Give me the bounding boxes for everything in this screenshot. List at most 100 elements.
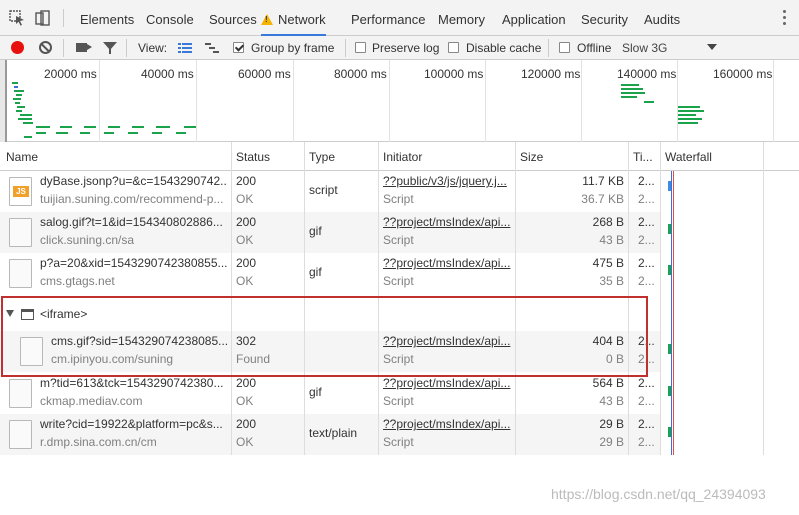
file-icon xyxy=(9,218,32,247)
overview-gridline xyxy=(389,60,390,142)
record-button[interactable] xyxy=(11,41,24,54)
waterfall-bar xyxy=(668,427,671,437)
request-status: 200 xyxy=(236,417,257,431)
overview-request-bar xyxy=(108,126,120,128)
column-header-waterfall[interactable]: Waterfall xyxy=(661,142,761,171)
column-header-initiator[interactable]: Initiator xyxy=(379,142,515,171)
waterfall-load-line xyxy=(673,171,674,455)
request-domain: tuijian.suning.com/recommend-p... xyxy=(40,192,224,206)
request-status-text: OK xyxy=(236,233,254,247)
clear-button[interactable] xyxy=(39,41,52,54)
overview-request-bar xyxy=(14,86,18,88)
resource-size: 35 B xyxy=(599,274,624,288)
table-row[interactable]: write?cid=19922&platform=pc&s... r.dmp.s… xyxy=(0,414,660,455)
preserve-log-checkbox[interactable] xyxy=(355,42,366,53)
request-name: write?cid=19922&platform=pc&s... xyxy=(40,417,223,431)
overview-gridline xyxy=(581,60,582,142)
tab-performance[interactable]: Performance xyxy=(351,0,425,36)
filter-icon[interactable] xyxy=(103,42,117,54)
column-header-time[interactable]: Ti... xyxy=(629,142,659,171)
column-divider[interactable] xyxy=(660,142,661,455)
table-row[interactable]: salog.gif?t=1&id=154340802886... click.s… xyxy=(0,212,660,253)
overview-gridline xyxy=(99,60,100,142)
request-name: p?a=20&xid=1543290742380855... xyxy=(40,256,228,270)
request-type: gif xyxy=(309,224,322,238)
overview-request-bar xyxy=(36,126,50,128)
network-overview[interactable]: 20000 ms 40000 ms 60000 ms 80000 ms 1000… xyxy=(0,60,799,142)
overview-left-handle[interactable] xyxy=(5,60,7,142)
request-domain: r.dmp.sina.com.cn/cm xyxy=(40,435,157,449)
overview-request-bar xyxy=(17,106,25,108)
waterfall-bar xyxy=(668,265,671,275)
inspect-element-icon[interactable] xyxy=(9,10,25,26)
request-status: 200 xyxy=(236,174,257,188)
overview-request-bar xyxy=(80,132,90,134)
device-toolbar-icon[interactable] xyxy=(35,10,51,26)
overview-request-bar xyxy=(84,126,96,128)
request-type: gif xyxy=(309,385,322,399)
tab-application[interactable]: Application xyxy=(502,0,566,36)
chevron-down-icon[interactable] xyxy=(707,44,717,50)
request-status: 200 xyxy=(236,215,257,229)
throttling-select[interactable]: Slow 3G xyxy=(622,36,667,60)
overview-request-bar xyxy=(678,118,702,120)
tab-sources[interactable]: Sources xyxy=(209,0,257,36)
toolbar-divider xyxy=(63,39,64,57)
request-type: gif xyxy=(309,265,322,279)
table-row[interactable]: m?tid=613&tck=1543290742380... ckmap.med… xyxy=(0,373,660,414)
disable-cache-checkbox[interactable] xyxy=(448,42,459,53)
initiator-type: Script xyxy=(383,394,414,408)
tab-elements[interactable]: Elements xyxy=(80,0,134,36)
overview-request-bar xyxy=(36,132,46,134)
offline-checkbox[interactable] xyxy=(559,42,570,53)
column-header-type[interactable]: Type xyxy=(305,142,377,171)
column-header-status[interactable]: Status xyxy=(232,142,304,171)
initiator-link[interactable]: ??project/msIndex/api... xyxy=(383,213,513,231)
resource-size: 29 B xyxy=(599,435,624,449)
network-toolbar: View: Group by frame Preserve log Disabl… xyxy=(0,36,799,60)
overview-tick-label: 40000 ms xyxy=(141,67,194,81)
more-options-icon[interactable] xyxy=(783,10,787,26)
initiator-link[interactable]: ??public/v3/js/jquery.j... xyxy=(383,172,513,190)
overview-request-bar xyxy=(56,132,68,134)
resource-size: 43 B xyxy=(599,394,624,408)
overview-request-bar xyxy=(621,84,639,86)
request-latency: 2... xyxy=(638,435,655,449)
group-by-frame-checkbox[interactable] xyxy=(233,42,244,53)
request-domain: click.suning.cn/sa xyxy=(40,233,135,247)
group-by-frame-label: Group by frame xyxy=(251,41,335,55)
tab-audits[interactable]: Audits xyxy=(644,0,680,36)
column-header-name[interactable]: Name xyxy=(2,142,230,171)
column-divider[interactable] xyxy=(763,142,764,455)
request-latency: 2... xyxy=(638,233,655,247)
overview-tick-label: 140000 ms xyxy=(617,67,677,81)
overview-request-bar xyxy=(678,110,704,112)
initiator-type: Script xyxy=(383,274,414,288)
column-header-size[interactable]: Size xyxy=(516,142,626,171)
table-row[interactable]: p?a=20&xid=1543290742380855... cms.gtags… xyxy=(0,253,660,294)
tab-console[interactable]: Console xyxy=(146,0,194,36)
request-time: 2... xyxy=(638,417,655,431)
toolbar-divider xyxy=(548,39,549,57)
overview-tick-label: 20000 ms xyxy=(44,67,97,81)
request-status-text: OK xyxy=(236,435,254,449)
table-row[interactable]: JS dyBase.jsonp?u=&c=1543290742... tuiji… xyxy=(0,171,660,212)
tab-security[interactable]: Security xyxy=(581,0,628,36)
transfer-size: 11.7 KB xyxy=(582,174,624,188)
overview-tick-label: 120000 ms xyxy=(521,67,581,81)
overview-request-bar xyxy=(156,126,170,128)
request-time: 2... xyxy=(638,174,655,188)
initiator-link[interactable]: ??project/msIndex/api... xyxy=(383,415,513,433)
resource-size: 43 B xyxy=(599,233,624,247)
tab-network[interactable]: Network xyxy=(261,0,326,36)
watermark-text: https://blog.csdn.net/qq_24394093 xyxy=(551,486,766,502)
overview-view-icon[interactable] xyxy=(205,41,219,55)
tab-memory[interactable]: Memory xyxy=(438,0,485,36)
waterfall-bar xyxy=(668,224,671,234)
overview-request-bar xyxy=(16,110,22,112)
large-rows-view-icon[interactable] xyxy=(178,41,192,55)
screenshot-capture-icon[interactable] xyxy=(76,43,87,52)
transfer-size: 475 B xyxy=(592,256,624,270)
initiator-link[interactable]: ??project/msIndex/api... xyxy=(383,254,513,272)
overview-request-bar xyxy=(184,126,196,128)
